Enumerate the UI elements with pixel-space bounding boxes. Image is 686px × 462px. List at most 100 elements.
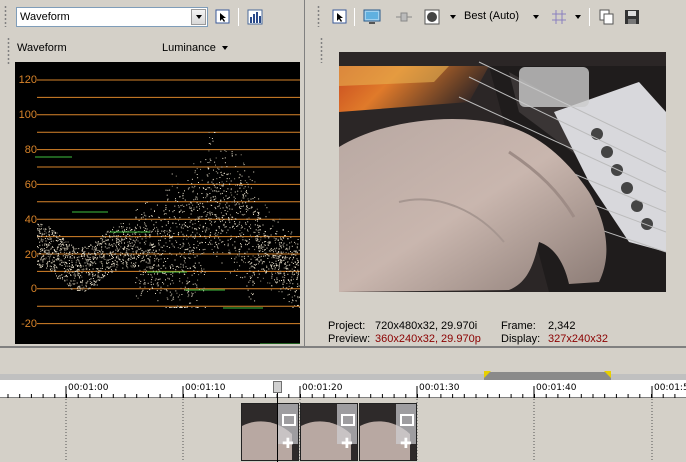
waveform-sample — [285, 267, 287, 269]
waveform-sample — [189, 208, 191, 209]
waveform-sample — [289, 264, 291, 266]
waveform-sample — [209, 193, 211, 194]
panel-grip[interactable] — [2, 5, 7, 27]
waveform-sample — [71, 261, 73, 263]
waveform-sample — [254, 264, 256, 266]
copy-snapshot-button[interactable] — [597, 7, 617, 27]
waveform-sample — [210, 160, 212, 161]
waveform-sample — [186, 204, 188, 206]
waveform-sample — [68, 260, 70, 261]
chevron-down-icon[interactable] — [575, 15, 581, 19]
clip-fx-icon[interactable]: ✚ — [400, 436, 412, 450]
waveform-sample — [201, 267, 202, 269]
waveform-sample — [103, 254, 105, 256]
waveform-sample — [232, 216, 234, 218]
loop-end-handle[interactable] — [604, 371, 611, 378]
waveform-sample — [185, 248, 187, 250]
waveform-sample — [226, 180, 228, 182]
waveform-sample — [84, 253, 85, 255]
pan-crop-icon[interactable] — [400, 414, 414, 426]
split-screen-button[interactable] — [394, 7, 414, 27]
scope-mode-dropdown[interactable]: Waveform — [16, 7, 208, 27]
waveform-sample — [155, 258, 157, 260]
waveform-sample — [197, 271, 199, 272]
waveform-sample — [231, 219, 233, 221]
pan-crop-icon[interactable] — [282, 414, 296, 426]
waveform-sample — [87, 288, 89, 290]
clip-fx-icon[interactable]: ✚ — [341, 436, 353, 450]
waveform-sample — [233, 228, 235, 230]
waveform-sample — [63, 258, 65, 260]
waveform-sample — [128, 259, 130, 261]
scope-settings-button[interactable] — [245, 7, 265, 27]
video-clip-thumbnail[interactable] — [359, 403, 417, 461]
waveform-sample — [184, 262, 186, 264]
save-snapshot-button[interactable] — [622, 7, 642, 27]
external-monitor-button[interactable] — [362, 7, 382, 27]
waveform-sample — [56, 232, 58, 234]
waveform-sample — [214, 186, 216, 188]
waveform-sample — [176, 307, 177, 308]
clip-fx-icon[interactable]: ✚ — [282, 436, 294, 450]
preview-properties-button[interactable] — [330, 7, 350, 27]
waveform-sample — [69, 257, 71, 259]
waveform-sample — [65, 265, 67, 267]
playhead-cursor[interactable] — [277, 393, 278, 462]
video-clip-thumbnail[interactable] — [300, 403, 358, 461]
waveform-sample — [149, 256, 151, 258]
panel-grip[interactable] — [5, 37, 10, 65]
waveform-sample — [141, 257, 143, 259]
chevron-down-icon[interactable] — [533, 15, 539, 19]
waveform-sample — [158, 260, 159, 262]
waveform-sample — [216, 178, 218, 180]
pan-crop-icon[interactable] — [341, 414, 355, 426]
waveform-sample — [144, 223, 146, 225]
waveform-sample — [48, 249, 50, 251]
channel-dropdown[interactable]: Luminance — [162, 42, 228, 54]
waveform-sample — [64, 261, 66, 263]
waveform-sample — [268, 250, 270, 252]
waveform-sample — [296, 262, 298, 264]
waveform-sample — [278, 280, 280, 282]
waveform-sample — [37, 260, 39, 262]
video-preview-frame[interactable] — [339, 52, 666, 292]
grid-overlay-button[interactable] — [549, 7, 569, 27]
waveform-sample — [289, 246, 291, 248]
preview-quality-dropdown[interactable]: Best (Auto) — [464, 10, 519, 22]
waveform-sample — [264, 255, 266, 257]
waveform-sample — [95, 274, 96, 276]
video-clip-thumbnail[interactable] — [241, 403, 299, 461]
overlays-button[interactable] — [422, 7, 442, 27]
playhead-handle[interactable] — [273, 381, 282, 393]
waveform-sample — [116, 266, 118, 268]
waveform-sample — [184, 258, 186, 260]
loop-region[interactable] — [484, 372, 611, 380]
waveform-sample — [90, 260, 92, 262]
loop-start-handle[interactable] — [484, 371, 491, 378]
waveform-sample — [144, 282, 146, 283]
waveform-sample — [218, 190, 220, 192]
waveform-sample — [49, 255, 51, 257]
chevron-down-icon[interactable] — [450, 15, 456, 19]
waveform-sample — [171, 300, 173, 301]
waveform-sample — [158, 239, 160, 241]
waveform-sample — [40, 267, 42, 268]
waveform-sample — [60, 245, 62, 247]
waveform-sample — [129, 237, 131, 239]
waveform-sample — [180, 226, 182, 228]
waveform-sample — [212, 253, 214, 255]
update-scope-button[interactable] — [213, 7, 233, 27]
panel-grip[interactable] — [318, 37, 323, 63]
waveform-sample — [192, 190, 194, 192]
waveform-sample — [39, 244, 41, 246]
time-ruler[interactable]: 00:01:00 00:01:10 00:01:20 00:01:30 00:0… — [0, 380, 686, 398]
scope-mode-value: Waveform — [20, 11, 70, 23]
waveform-sample — [68, 244, 70, 245]
waveform-sample — [203, 252, 205, 254]
waveform-sample — [212, 196, 214, 198]
waveform-sample — [151, 251, 153, 253]
waveform-sample — [121, 227, 123, 229]
waveform-sample — [59, 276, 61, 278]
panel-grip[interactable] — [315, 5, 320, 27]
waveform-sample — [108, 262, 110, 264]
